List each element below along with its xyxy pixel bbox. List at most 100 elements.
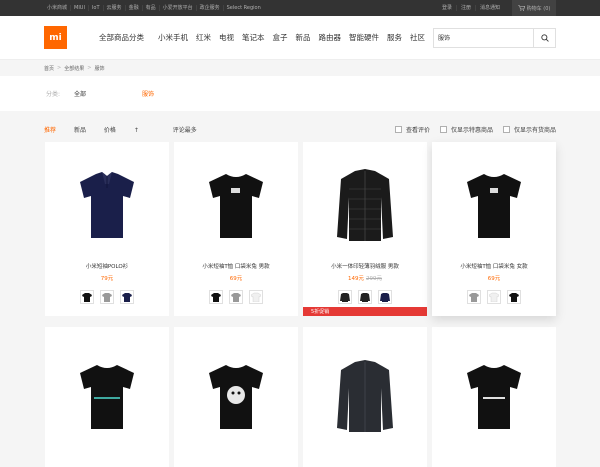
tshirt-icon [467, 174, 521, 238]
color-swatch[interactable] [378, 290, 392, 304]
product-card[interactable]: 小米短袖POLO衫 79元 [45, 142, 169, 316]
color-swatch[interactable] [229, 290, 243, 304]
checkbox-in-stock-only[interactable]: 仅显示有货商品 [502, 125, 556, 134]
topbar-link[interactable]: IoT [89, 5, 104, 11]
nav-item[interactable]: 智能硬件 [345, 32, 383, 43]
notifications-link[interactable]: 消息通知 [476, 5, 504, 11]
product-card[interactable]: 小米短袖T恤 口袋米兔 女款 69元 [432, 142, 556, 316]
color-swatch[interactable] [338, 290, 352, 304]
product-name[interactable]: 小米短袖T恤 口袋米兔 女款 [460, 262, 527, 270]
product-name[interactable]: 小米短袖T恤 口袋米兔 男款 [202, 262, 269, 270]
topbar-link[interactable]: MIUI [71, 5, 89, 11]
price-current: 69元 [229, 276, 243, 282]
sort-price-label: 价格 [103, 126, 116, 134]
product-card[interactable]: 小米短袖T恤 口袋米兔 男款 69元 [174, 142, 298, 316]
shirt-thumb-icon [251, 292, 261, 302]
product-image[interactable] [330, 351, 400, 441]
filter-label: 分类: [46, 91, 61, 98]
color-swatch[interactable] [249, 290, 263, 304]
topbar-link[interactable]: 政企服务 [197, 5, 224, 11]
product-name[interactable]: 小米一体印轻薄羽绒服 男款 [331, 262, 399, 270]
nav-item[interactable]: 笔记本 [238, 32, 269, 43]
color-swatch[interactable] [100, 290, 114, 304]
sort-most-reviews[interactable]: 评论最多 [173, 127, 197, 134]
topbar-link[interactable]: 小米商城 [44, 5, 72, 11]
shirt-thumb-icon [102, 293, 112, 302]
nav-item[interactable]: 电视 [215, 32, 238, 43]
cart-button[interactable]: 购物车 (0) [512, 0, 556, 16]
filter-option-apparel[interactable]: 服饰 [142, 89, 154, 98]
jacket-thumb-icon [360, 293, 370, 302]
breadcrumb-item[interactable]: 首页 [44, 65, 54, 72]
shirt-thumb-icon [82, 293, 92, 302]
product-price: 79元 [101, 274, 114, 282]
register-link[interactable]: 注册 [457, 5, 476, 11]
product-card[interactable] [174, 327, 298, 467]
checkbox-label: 仅显示特惠商品 [450, 126, 493, 134]
topbar-link[interactable]: 有品 [143, 5, 160, 11]
product-image[interactable] [72, 351, 142, 441]
nav-item[interactable]: 路由器 [315, 32, 346, 43]
product-name[interactable]: 小米短袖POLO衫 [86, 262, 128, 270]
promo-banner: 5折促销 [303, 307, 427, 316]
tshirt-icon [209, 365, 263, 429]
nav-item[interactable]: 红米 [192, 32, 215, 43]
product-image[interactable] [201, 160, 271, 250]
checkbox-icon [439, 125, 447, 133]
search-button[interactable] [534, 27, 556, 48]
sort-newest[interactable]: 新品 [74, 127, 86, 134]
checkbox-icon [502, 125, 510, 133]
cart-label: 购物车 (0) [526, 5, 551, 12]
product-grid: 小米短袖POLO衫 79元 小米短袖T恤 口袋米兔 男款 69元 小米一体印轻薄… [45, 142, 556, 467]
topbar-link[interactable]: 金融 [126, 5, 143, 11]
topbar-links: 小米商城 MIUI IoT 云服务 金融 有品 小爱开放平台 政企服务 Sele… [44, 5, 264, 11]
topbar-link[interactable]: Select Region [224, 5, 264, 11]
topbar-link[interactable]: 云服务 [104, 5, 126, 11]
product-image[interactable] [201, 351, 271, 441]
color-swatch[interactable] [467, 290, 481, 304]
checkbox-deals-only[interactable]: 仅显示特惠商品 [439, 125, 493, 134]
site-topbar: 小米商城 MIUI IoT 云服务 金融 有品 小爱开放平台 政企服务 Sele… [0, 0, 600, 16]
color-swatch[interactable] [120, 290, 134, 304]
product-price: 149元 299元 [348, 274, 382, 282]
nav-item[interactable]: 社区 [406, 32, 429, 43]
down-jacket-icon [337, 169, 393, 241]
filter-option-all[interactable]: 全部 [74, 89, 86, 98]
product-card[interactable] [303, 327, 427, 467]
breadcrumb-separator: > [57, 65, 62, 71]
shirt-thumb-icon [469, 293, 479, 302]
nav-item[interactable]: 新品 [292, 32, 315, 43]
checkbox-label: 查看评价 [405, 126, 430, 134]
breadcrumb-item[interactable]: 全部结果 [64, 65, 84, 72]
product-card[interactable] [45, 327, 169, 467]
checkbox-view-reviews[interactable]: 查看评价 [394, 125, 430, 134]
color-swatch[interactable] [209, 290, 223, 304]
price-current: 79元 [100, 276, 114, 282]
topbar-link[interactable]: 小爱开放平台 [160, 5, 197, 11]
nav-item[interactable]: 盒子 [269, 32, 292, 43]
product-image[interactable] [459, 160, 529, 250]
product-image[interactable] [459, 351, 529, 441]
color-swatch[interactable] [487, 290, 501, 304]
sort-recommended[interactable]: 推荐 [44, 127, 56, 134]
color-swatch[interactable] [507, 290, 521, 304]
site-header: mi 全部商品分类 小米手机 红米 电视 笔记本 盒子 新品 路由器 智能硬件 … [0, 16, 600, 60]
topbar-account: 登录 注册 消息通知 购物车 (0) [438, 0, 556, 16]
product-card[interactable] [432, 327, 556, 467]
sort-price[interactable]: 价格 ↑ [104, 127, 155, 134]
nav-item[interactable]: 小米手机 [154, 32, 192, 43]
nav-item[interactable]: 服务 [383, 32, 406, 43]
main-nav: 全部商品分类 小米手机 红米 电视 笔记本 盒子 新品 路由器 智能硬件 服务 … [95, 32, 429, 43]
product-card[interactable]: 小米一体印轻薄羽绒服 男款 149元 299元 5折促销 [303, 142, 427, 316]
polo-shirt-icon [80, 172, 134, 238]
product-image[interactable] [330, 160, 400, 250]
nav-all-categories[interactable]: 全部商品分类 [95, 32, 148, 43]
sort-bar: 推荐 新品 价格 ↑ 评论最多 查看评价 仅显示特惠商品 仅显示有货商品 [0, 117, 600, 141]
search-input[interactable]: 服饰 [433, 27, 534, 48]
color-swatch[interactable] [80, 290, 94, 304]
filter-checkboxes: 查看评价 仅显示特惠商品 仅显示有货商品 [394, 125, 556, 134]
product-image[interactable] [72, 160, 142, 250]
login-link[interactable]: 登录 [438, 5, 457, 11]
mi-logo[interactable]: mi [44, 26, 67, 49]
color-swatch[interactable] [358, 290, 372, 304]
